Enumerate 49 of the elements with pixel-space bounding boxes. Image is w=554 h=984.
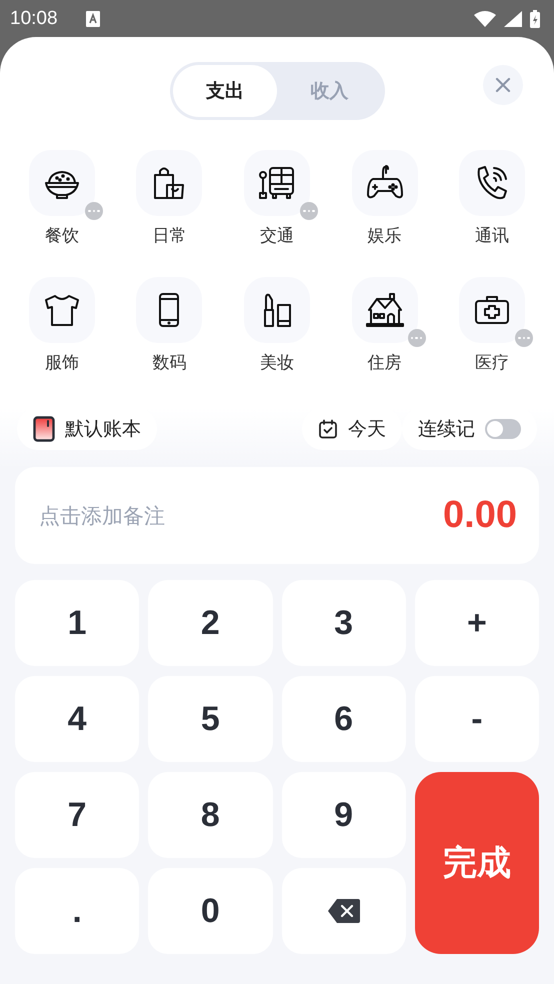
category-label: 餐饮: [44, 225, 79, 247]
wifi-icon: [474, 10, 496, 26]
digit-key[interactable]: 1: [15, 580, 140, 666]
category-button[interactable]: [352, 150, 418, 216]
operator-key[interactable]: -: [414, 676, 539, 762]
category-label: 服饰: [44, 352, 79, 374]
category-button[interactable]: [459, 150, 526, 216]
digit-key[interactable]: 3: [282, 580, 406, 666]
calendar-icon: [318, 419, 338, 439]
note-field[interactable]: 点击添加备注: [37, 502, 444, 528]
done-button[interactable]: 完成: [414, 772, 539, 954]
digit-key[interactable]: 2: [148, 580, 272, 666]
category-label: 美妆: [260, 352, 294, 374]
close-icon: [495, 77, 511, 93]
category-label: 娱乐: [368, 225, 402, 247]
category-button[interactable]: [459, 277, 526, 343]
category-label: 日常: [152, 225, 186, 247]
book-icon: [33, 416, 55, 442]
backspace-icon: [326, 898, 361, 924]
close-button[interactable]: [483, 65, 523, 105]
category-button[interactable]: [352, 277, 418, 343]
clock: 10:08: [10, 8, 58, 30]
category-label: 通讯: [475, 225, 510, 247]
category-button[interactable]: [136, 277, 202, 343]
delete-key[interactable]: [282, 868, 406, 954]
digit-key[interactable]: 9: [282, 772, 406, 858]
digit-key[interactable]: 8: [148, 772, 272, 858]
category-label: 住房: [368, 352, 402, 374]
category-label: 医疗: [475, 352, 510, 374]
operator-key[interactable]: +: [414, 580, 539, 666]
battery-icon: [530, 10, 540, 28]
digit-key[interactable]: 0: [148, 868, 272, 954]
category-button[interactable]: [28, 150, 95, 216]
digit-key[interactable]: 6: [282, 676, 406, 762]
category-button[interactable]: [244, 277, 310, 343]
digit-key[interactable]: 7: [15, 772, 140, 858]
category-button[interactable]: [244, 150, 310, 216]
category-label: 数码: [152, 352, 186, 374]
house-icon: [364, 290, 405, 330]
amount: 0.00: [443, 494, 517, 537]
category-button[interactable]: [136, 150, 202, 216]
digit-key[interactable]: 4: [15, 676, 140, 762]
type-tab[interactable]: 支出: [172, 65, 277, 117]
category-label: 交通: [260, 225, 294, 247]
category-button[interactable]: [28, 277, 95, 343]
signal-icon: [504, 10, 522, 26]
digit-key[interactable]: 5: [148, 676, 272, 762]
keyboard-status-icon: [86, 10, 100, 26]
digit-key[interactable]: .: [15, 868, 140, 954]
